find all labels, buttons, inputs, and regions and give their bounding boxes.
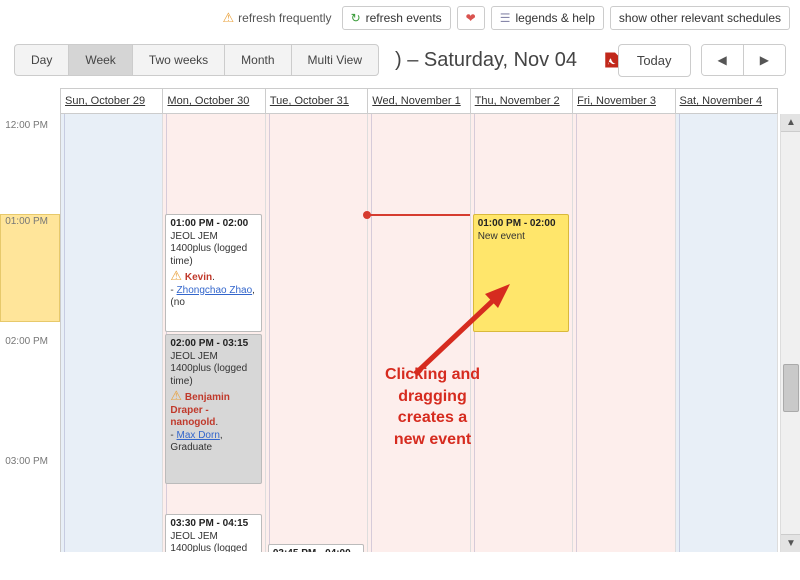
- time-label: 03:00 PM: [0, 456, 54, 467]
- event-block[interactable]: 03:45 PM - 04:00 JEOL JEM: [268, 544, 364, 552]
- vertical-scrollbar[interactable]: ▲ ▼: [780, 114, 800, 552]
- week-nav-buttons: ◀ ▶: [701, 44, 786, 76]
- scroll-thumb[interactable]: [783, 364, 799, 412]
- top-toolbar: ⚠ refresh frequently ↻ refresh events ❤ …: [0, 0, 800, 36]
- prev-week-button[interactable]: ◀: [702, 45, 744, 75]
- day-columns: 01:00 PM - 02:00 JEOL JEM 1400plus (logg…: [60, 114, 778, 552]
- favorite-button[interactable]: ❤: [457, 6, 485, 30]
- scroll-up-button[interactable]: ▲: [781, 114, 800, 132]
- column-wed[interactable]: [368, 114, 470, 552]
- user-link[interactable]: Max Dorn: [177, 430, 220, 441]
- now-indicator-dot: [363, 211, 371, 219]
- time-label: 12:00 PM: [0, 120, 54, 131]
- column-fri[interactable]: [573, 114, 675, 552]
- date-range-display: ) – Saturday, Nov 04: [395, 49, 577, 72]
- tab-day[interactable]: Day: [15, 45, 69, 75]
- day-header-wed[interactable]: Wed, November 1: [368, 88, 470, 114]
- date-nav-controls: Today ◀ ▶: [618, 44, 786, 77]
- view-controls-row: Day Week Two weeks Month Multi View ) – …: [0, 36, 800, 88]
- tab-two-weeks[interactable]: Two weeks: [133, 45, 225, 75]
- time-axis: 12:00 PM 01:00 PM 02:00 PM 03:00 PM: [0, 114, 60, 552]
- tab-week[interactable]: Week: [69, 45, 132, 75]
- warning-icon: ⚠: [223, 10, 235, 26]
- scroll-down-button[interactable]: ▼: [781, 534, 800, 552]
- column-sat[interactable]: [676, 114, 778, 552]
- time-label: 01:00 PM: [0, 216, 54, 227]
- day-header-tue[interactable]: Tue, October 31: [266, 88, 368, 114]
- day-headers-row: Sun, October 29 Mon, October 30 Tue, Oct…: [60, 88, 778, 114]
- heart-icon: ❤: [466, 11, 476, 25]
- list-icon: ☰: [500, 11, 511, 25]
- day-header-fri[interactable]: Fri, November 3: [573, 88, 675, 114]
- next-week-button[interactable]: ▶: [744, 45, 785, 75]
- help-annotation: Clicking and dragging creates a new even…: [365, 364, 500, 450]
- time-label: 02:00 PM: [0, 336, 54, 347]
- new-event-block[interactable]: 01:00 PM - 02:00 New event: [473, 214, 569, 332]
- current-hour-highlight: [0, 214, 60, 322]
- refresh-events-button[interactable]: ↻ refresh events: [342, 6, 451, 30]
- day-header-sat[interactable]: Sat, November 4: [676, 88, 778, 114]
- warning-icon: ⚠: [170, 388, 182, 403]
- calendar: Sun, October 29 Mon, October 30 Tue, Oct…: [0, 88, 800, 558]
- event-block[interactable]: 02:00 PM - 03:15 JEOL JEM 1400plus (logg…: [165, 334, 261, 484]
- calendar-grid[interactable]: ▲ ▼ 12:00 PM 01:00 PM 02:00 PM 03:00 PM …: [0, 114, 800, 552]
- column-thu[interactable]: 01:00 PM - 02:00 New event: [471, 114, 573, 552]
- event-block[interactable]: 01:00 PM - 02:00 JEOL JEM 1400plus (logg…: [165, 214, 261, 332]
- today-button[interactable]: Today: [618, 44, 691, 77]
- column-tue[interactable]: 03:45 PM - 04:00 JEOL JEM: [266, 114, 368, 552]
- view-tabs: Day Week Two weeks Month Multi View: [14, 44, 379, 76]
- column-mon[interactable]: 01:00 PM - 02:00 JEOL JEM 1400plus (logg…: [163, 114, 265, 552]
- refresh-hint: ⚠ refresh frequently: [223, 10, 332, 26]
- event-block[interactable]: 03:30 PM - 04:15 JEOL JEM 1400plus (logg…: [165, 514, 261, 552]
- tab-multi-view[interactable]: Multi View: [292, 45, 378, 75]
- legends-help-button[interactable]: ☰ legends & help: [491, 6, 604, 30]
- hint-text: refresh frequently: [238, 11, 331, 25]
- refresh-icon: ↻: [351, 11, 361, 25]
- column-sun[interactable]: [60, 114, 163, 552]
- tab-month[interactable]: Month: [225, 45, 291, 75]
- warning-icon: ⚠: [170, 268, 182, 283]
- day-header-thu[interactable]: Thu, November 2: [471, 88, 573, 114]
- user-link[interactable]: Zhongchao Zhao: [177, 285, 253, 296]
- day-header-mon[interactable]: Mon, October 30: [163, 88, 265, 114]
- now-indicator-line: [368, 214, 469, 216]
- day-header-sun[interactable]: Sun, October 29: [60, 88, 163, 114]
- other-schedules-button[interactable]: show other relevant schedules: [610, 6, 790, 30]
